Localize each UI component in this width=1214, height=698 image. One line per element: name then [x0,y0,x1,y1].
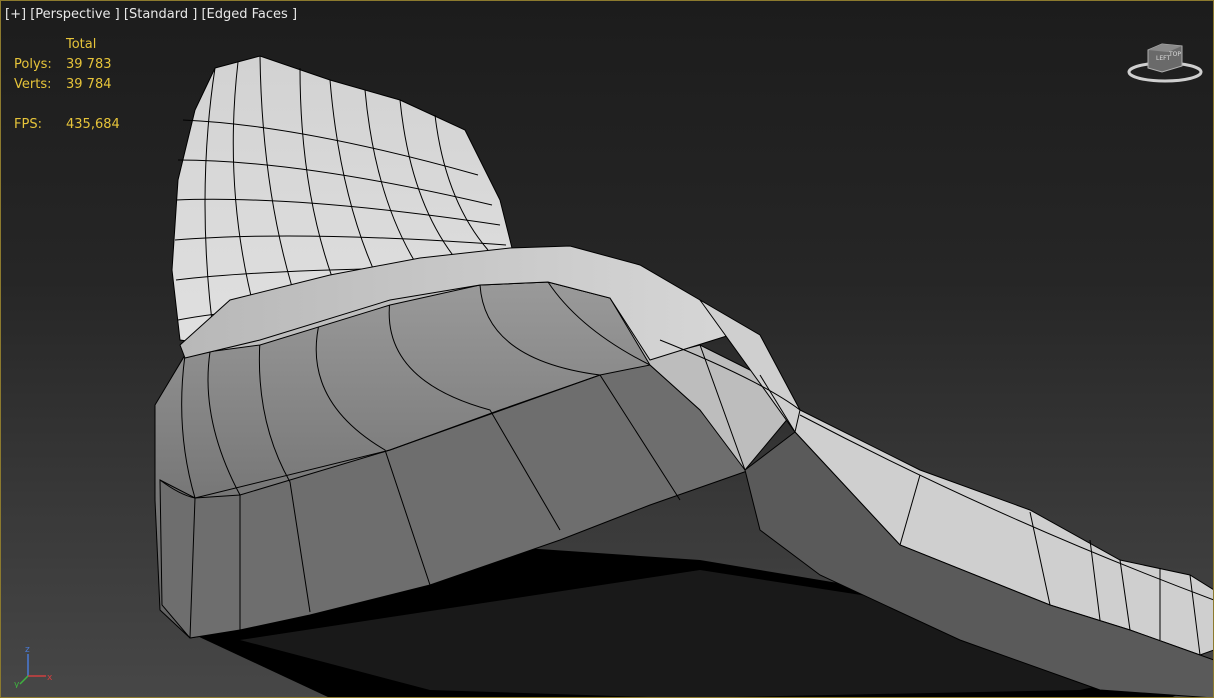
viewport-display-mode-menu[interactable]: [Edged Faces ] [201,7,297,22]
fps-label: FPS: [14,117,42,132]
viewport-label-menu: [+] [Perspective ] [Standard ] [Edged Fa… [5,7,297,22]
statistics-overlay: Total Polys: 39 783 Verts: 39 784 FPS: 435,… [14,35,146,135]
viewcube[interactable]: LEFT TOP [1126,34,1204,88]
model-mesh[interactable] [0,0,1214,698]
z-axis-label: z [25,645,30,655]
y-axis-label: y [14,680,20,688]
perspective-viewport[interactable]: [+] [Perspective ] [Standard ] [Edged Fa… [0,0,1214,698]
viewport-point-of-view-menu[interactable]: [Perspective ] [30,7,120,22]
viewport-shading-standard-menu[interactable]: [Standard ] [124,7,197,22]
polys-label: Polys: [14,57,52,72]
fps-value: 435,684 [66,117,120,132]
verts-label: Verts: [14,77,52,92]
verts-value: 39 784 [66,77,112,92]
viewport-plus-menu[interactable]: [+] [5,7,26,22]
viewcube-top-text: TOP [1168,51,1181,58]
stats-header: Total [66,37,97,52]
axis-tripod: z x y [14,640,58,690]
polys-value: 39 783 [66,57,112,72]
y-axis-line [19,675,29,685]
x-axis-label: x [47,673,53,683]
